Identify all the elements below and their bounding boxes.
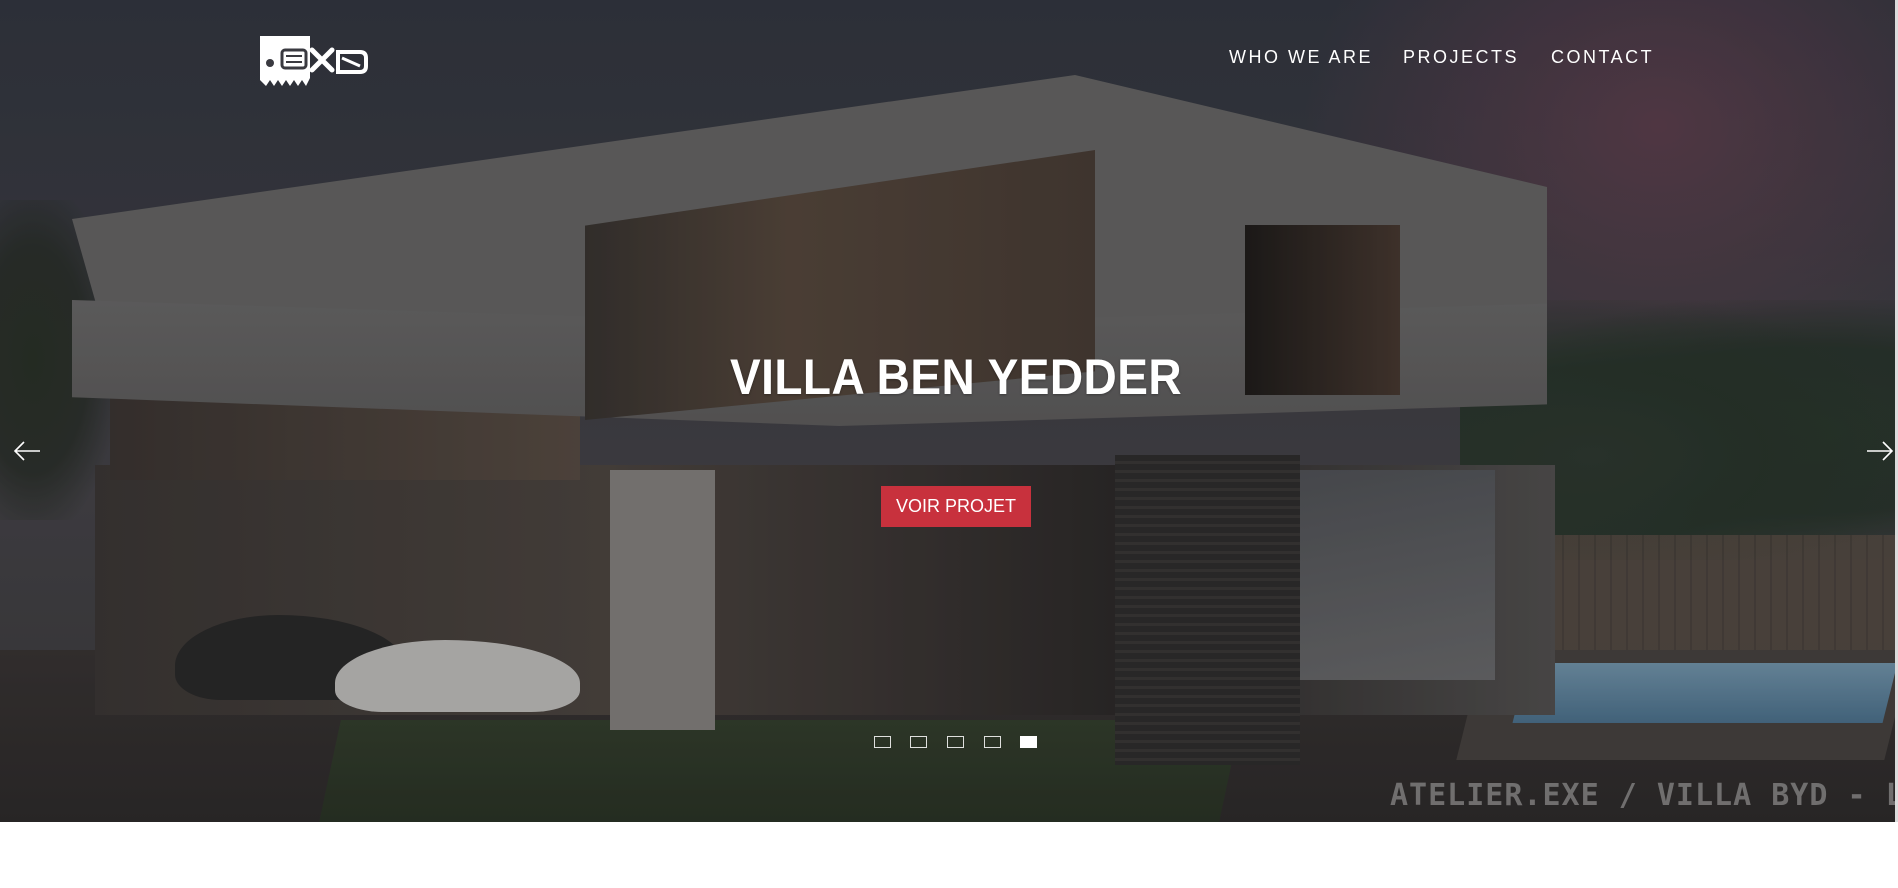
slide-dot-4[interactable] (984, 736, 1001, 748)
nav-projects[interactable]: PROJECTS (1403, 47, 1519, 68)
slide-title: VILLA BEN YEDDER (729, 349, 1183, 405)
exe-logo[interactable] (260, 36, 368, 88)
hero-slider: ATELIER.EXE / VILLA BYD - LA SOUK WHO WE… (0, 0, 1898, 822)
arrow-right-icon[interactable] (1865, 438, 1895, 464)
arrow-left-icon[interactable] (12, 438, 42, 464)
nav-contact[interactable]: CONTACT (1551, 47, 1654, 68)
slide-dot-5[interactable] (1020, 736, 1037, 748)
slide-indicators (874, 736, 1040, 750)
hero-overlay (0, 0, 1898, 822)
slide-dot-1[interactable] (874, 736, 891, 748)
slide-dot-3[interactable] (947, 736, 964, 748)
page-content-below (0, 822, 1898, 888)
image-watermark: ATELIER.EXE / VILLA BYD - LA SOUK (1390, 778, 1898, 813)
slide-dot-2[interactable] (910, 736, 927, 748)
view-project-button[interactable]: VOIR PROJET (881, 486, 1031, 527)
nav-who-we-are[interactable]: WHO WE ARE (1229, 47, 1373, 68)
